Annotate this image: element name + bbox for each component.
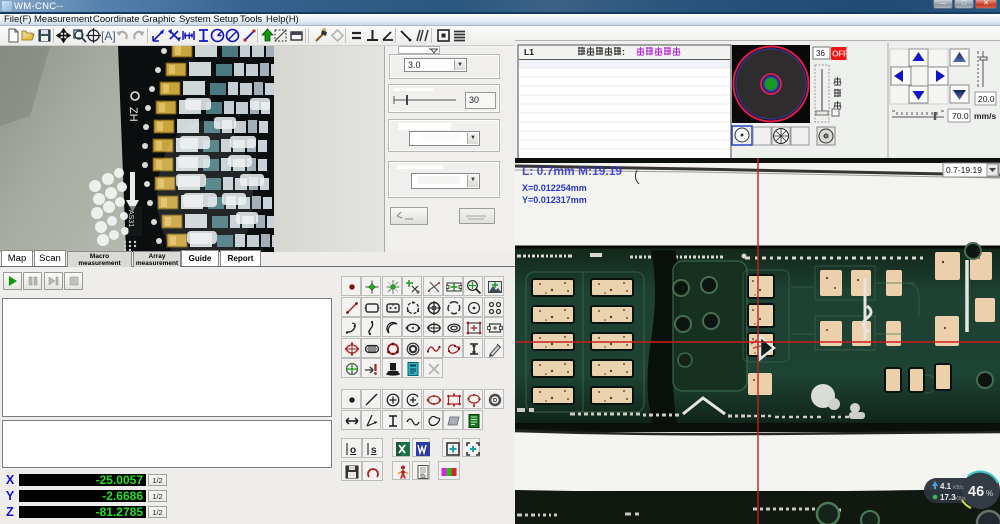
svg-text:Y=0.012317mm: Y=0.012317mm — [522, 195, 587, 205]
svg-text:20.0: 20.0 — [978, 94, 995, 104]
svg-text:H: H — [184, 31, 191, 41]
svg-text:o: o — [350, 445, 356, 456]
svg-text:70.0: 70.0 — [952, 111, 969, 121]
svg-text:X=0.012254mm: X=0.012254mm — [522, 183, 587, 193]
svg-text:36: 36 — [816, 49, 825, 58]
svg-text:ZH: ZH — [127, 107, 139, 122]
svg-text:17.3: 17.3 — [940, 493, 956, 502]
svg-text:s: s — [371, 445, 377, 456]
svg-text:L: 0.7mm M:19.19: L: 0.7mm M:19.19 — [522, 164, 622, 178]
svg-text:AS31: AS31 — [127, 210, 134, 227]
svg-text:4.1: 4.1 — [940, 482, 952, 491]
svg-text:46: 46 — [968, 484, 984, 500]
svg-text:%: % — [986, 489, 993, 498]
svg-text:KB/s: KB/s — [955, 496, 966, 502]
svg-text::: : — [622, 47, 625, 57]
svg-text:L1: L1 — [524, 47, 534, 57]
svg-text:OFF: OFF — [832, 49, 848, 59]
svg-text:KB/s: KB/s — [953, 485, 964, 491]
svg-text:0.7-19.19: 0.7-19.19 — [946, 165, 982, 175]
svg-text:[A]: [A] — [101, 29, 116, 43]
svg-text:mm/s: mm/s — [974, 111, 996, 121]
